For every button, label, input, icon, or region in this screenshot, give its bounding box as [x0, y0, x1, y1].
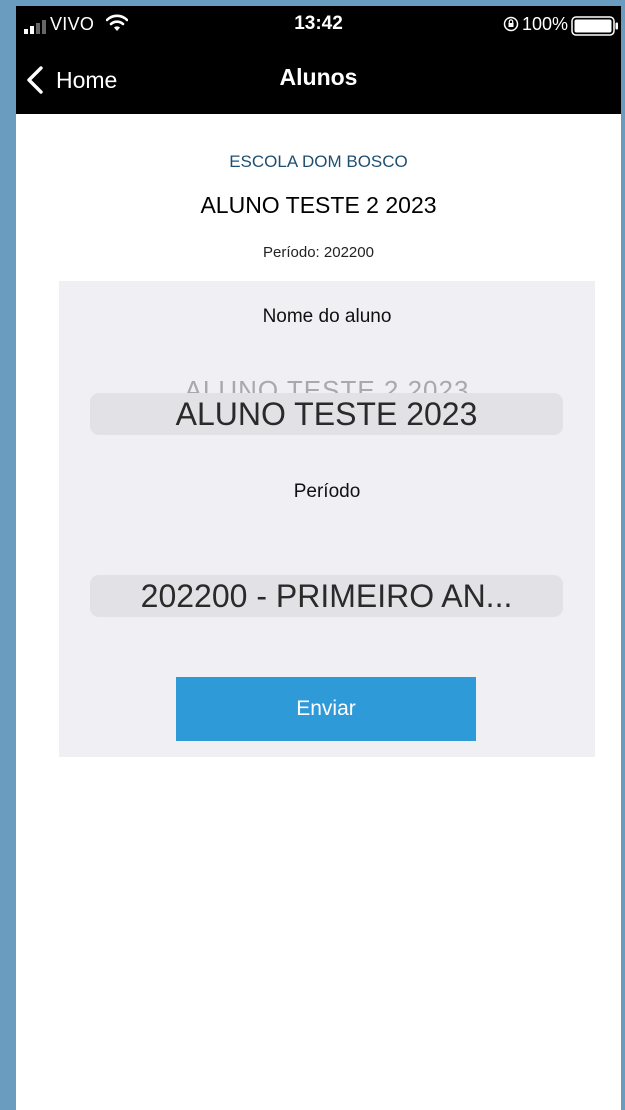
frame-right — [621, 0, 625, 1110]
phone-screen: VIVO 13:42 100% Home Alunos ESCOLA DOM B… — [16, 6, 621, 1110]
orientation-lock-icon — [503, 16, 519, 32]
period-info: Período: 202200 — [16, 244, 621, 261]
student-picker[interactable]: ALUNO TESTE 2023 — [90, 393, 563, 435]
period-field-label: Período — [293, 481, 361, 502]
student-name-heading: ALUNO TESTE 2 2023 — [200, 192, 437, 218]
app-header: VIVO 13:42 100% Home Alunos — [16, 6, 621, 114]
period-info-label: Período: — [263, 244, 320, 261]
period-picker-selected: 202200 - PRIMEIRO AN... — [140, 578, 513, 614]
navigation-bar: Home Alunos — [16, 50, 621, 110]
period-info-value: 202200 — [323, 244, 374, 261]
status-bar: VIVO 13:42 100% — [16, 6, 621, 42]
school-name: ESCOLA DOM BOSCO — [229, 152, 408, 171]
student-field-label: Nome do aluno — [262, 306, 392, 327]
page-title: Alunos — [279, 64, 358, 90]
battery-icon — [571, 16, 618, 36]
battery-percentage: 100% — [522, 14, 569, 34]
student-picker-option-above[interactable]: ALUNO TESTE 2 2023 — [59, 375, 595, 393]
student-picker-selected: ALUNO TESTE 2023 — [175, 396, 478, 432]
student-form: Nome do aluno ALUNO TESTE 2 2023 ALUNO T… — [59, 281, 595, 757]
submit-button[interactable]: Enviar — [176, 677, 476, 741]
frame-left — [0, 0, 16, 1110]
period-picker[interactable]: 202200 - PRIMEIRO AN... — [90, 575, 563, 617]
